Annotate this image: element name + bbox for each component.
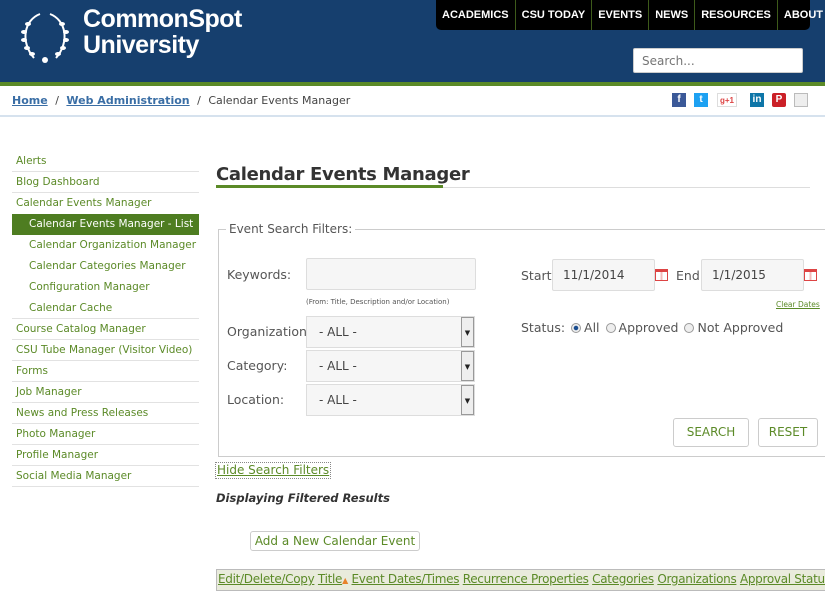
sidebar-item-calendar-events-list[interactable]: Calendar Events Manager - List: [12, 214, 199, 235]
organization-value: - ALL -: [319, 325, 357, 339]
sidebar-item-calendar-cache[interactable]: Calendar Cache: [12, 298, 199, 319]
status-approved-label: Approved: [618, 320, 679, 335]
twitter-icon[interactable]: t: [694, 93, 708, 107]
start-label: Start: [521, 268, 552, 283]
sidebar-item-calendar-categories[interactable]: Calendar Categories Manager: [12, 256, 199, 277]
nav-news[interactable]: NEWS: [648, 0, 694, 30]
status-not-approved-radio[interactable]: [684, 323, 695, 333]
status-group: Status: All Approved Not Approved: [521, 320, 783, 335]
site-logo[interactable]: CommonSpot University: [83, 6, 242, 58]
organization-select[interactable]: - ALL - ▼: [306, 316, 475, 348]
sidebar-item-social-media[interactable]: Social Media Manager: [12, 466, 199, 487]
nav-csu-today[interactable]: CSU TODAY: [514, 0, 592, 30]
google-plus-icon[interactable]: g+1: [717, 93, 737, 107]
sidebar-item-photo-manager[interactable]: Photo Manager: [12, 424, 199, 445]
chevron-down-icon: ▼: [461, 351, 474, 381]
col-edit-delete-copy[interactable]: Edit/Delete/Copy: [218, 572, 315, 586]
logo-line2: University: [83, 31, 199, 59]
col-event-dates[interactable]: Event Dates/Times: [352, 572, 460, 586]
nav-academics[interactable]: ACADEMICS: [436, 0, 515, 30]
status-all-radio[interactable]: [571, 323, 582, 333]
sidebar-item-forms[interactable]: Forms: [12, 361, 199, 382]
logo-line1: CommonSpot: [83, 5, 242, 33]
sidebar: Alerts Blog Dashboard Calendar Events Ma…: [12, 151, 199, 487]
clear-dates-link[interactable]: Clear Dates: [776, 300, 820, 309]
sidebar-item-profile-manager[interactable]: Profile Manager: [12, 445, 199, 466]
location-value: - ALL -: [319, 393, 357, 407]
category-label: Category:: [227, 358, 288, 373]
breadcrumb-divider: [0, 115, 825, 117]
sidebar-item-news-press[interactable]: News and Press Releases: [12, 403, 199, 424]
sidebar-item-calendar-organization[interactable]: Calendar Organization Manager: [12, 235, 199, 256]
reset-button[interactable]: RESET: [758, 418, 818, 447]
add-calendar-event-button[interactable]: Add a New Calendar Event: [250, 531, 420, 551]
displaying-results-text: Displaying Filtered Results: [216, 491, 390, 505]
sidebar-item-blog-dashboard[interactable]: Blog Dashboard: [12, 172, 199, 193]
pinterest-icon[interactable]: P: [772, 93, 786, 107]
sidebar-item-course-catalog[interactable]: Course Catalog Manager: [12, 319, 199, 340]
page-title: Calendar Events Manager: [216, 164, 470, 185]
start-date-input[interactable]: 11/1/2014: [552, 259, 655, 291]
top-nav: ACADEMICS CSU TODAY EVENTS NEWS RESOURCE…: [436, 0, 825, 30]
calendar-icon[interactable]: [655, 269, 668, 281]
linkedin-icon[interactable]: in: [750, 93, 764, 107]
email-icon[interactable]: [794, 93, 808, 107]
status-not-approved-label: Not Approved: [697, 320, 784, 335]
wreath-logo-icon: [21, 13, 69, 63]
sort-asc-icon: ▲: [342, 576, 348, 585]
organization-label: Organization:: [227, 324, 312, 339]
filters-legend: Event Search Filters:: [226, 222, 356, 236]
chevron-down-icon: ▼: [461, 317, 474, 347]
col-organizations[interactable]: Organizations: [657, 572, 736, 586]
col-recurrence[interactable]: Recurrence Properties: [463, 572, 589, 586]
hide-search-filters-link[interactable]: Hide Search Filters: [215, 462, 332, 479]
col-title[interactable]: Title: [318, 572, 343, 586]
facebook-icon[interactable]: f: [672, 93, 686, 107]
title-underline: [216, 185, 443, 188]
breadcrumb-sep: /: [197, 94, 201, 107]
status-approved-radio[interactable]: [605, 323, 616, 333]
sidebar-item-job-manager[interactable]: Job Manager: [12, 382, 199, 403]
breadcrumb-web-admin[interactable]: Web Administration: [66, 94, 189, 107]
end-date-input[interactable]: 1/1/2015: [701, 259, 804, 291]
sidebar-item-csu-tube[interactable]: CSU Tube Manager (Visitor Video): [12, 340, 199, 361]
search-button[interactable]: SEARCH: [673, 418, 749, 447]
nav-about-us[interactable]: ABOUT US: [776, 0, 825, 30]
header-stripe: [0, 82, 825, 86]
site-search-input[interactable]: [633, 48, 803, 73]
sidebar-item-configuration[interactable]: Configuration Manager: [12, 277, 199, 298]
end-label: End: [676, 268, 700, 283]
sidebar-item-alerts[interactable]: Alerts: [12, 151, 199, 172]
nav-events[interactable]: EVENTS: [591, 0, 648, 30]
calendar-icon[interactable]: [804, 269, 817, 281]
col-categories[interactable]: Categories: [592, 572, 654, 586]
category-value: - ALL -: [319, 359, 357, 373]
breadcrumb-home[interactable]: Home: [12, 94, 48, 107]
location-label: Location:: [227, 392, 285, 407]
breadcrumb: Home / Web Administration / Calendar Eve…: [12, 94, 350, 107]
nav-resources[interactable]: RESOURCES: [694, 0, 777, 30]
status-label: Status:: [521, 320, 566, 335]
breadcrumb-current: Calendar Events Manager: [208, 94, 351, 107]
keywords-input[interactable]: [306, 258, 476, 290]
keywords-label: Keywords:: [227, 267, 292, 282]
location-select[interactable]: - ALL - ▼: [306, 384, 475, 416]
category-select[interactable]: - ALL - ▼: [306, 350, 475, 382]
col-approval-status[interactable]: Approval Status: [740, 572, 825, 586]
status-all-label: All: [584, 320, 600, 335]
chevron-down-icon: ▼: [461, 385, 474, 415]
breadcrumb-sep: /: [55, 94, 59, 107]
keywords-hint: (From: Title, Description and/or Locatio…: [306, 298, 450, 306]
sidebar-item-calendar-events-manager[interactable]: Calendar Events Manager: [12, 193, 199, 214]
